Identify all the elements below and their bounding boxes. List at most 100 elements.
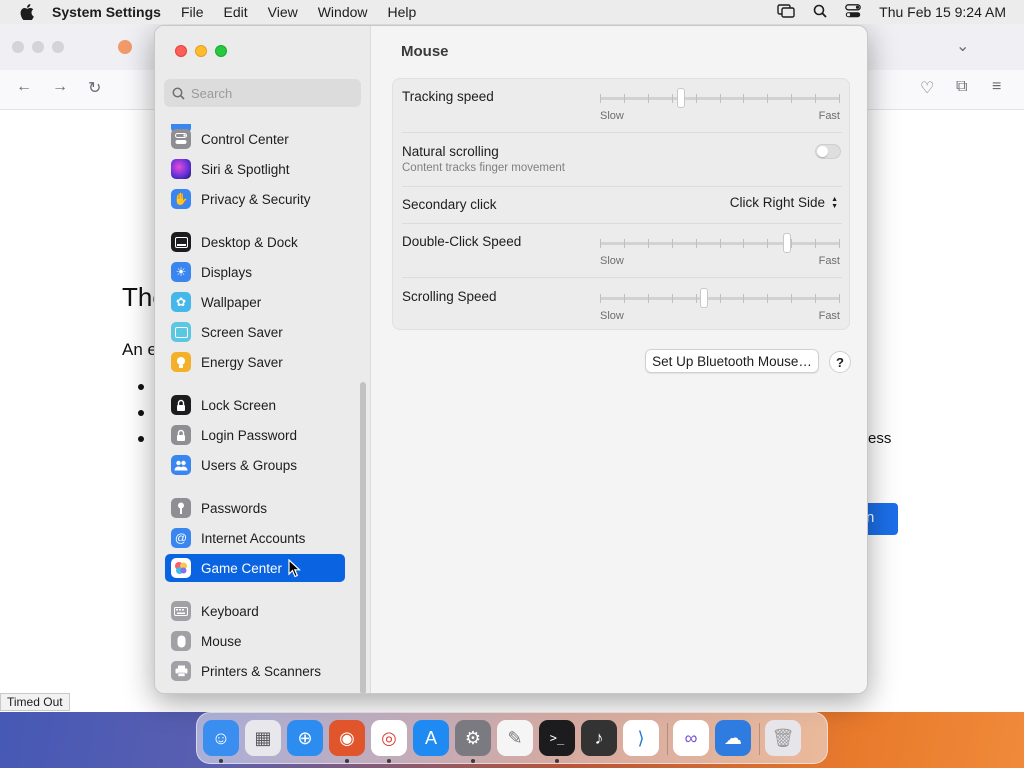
- running-indicator: [219, 759, 223, 763]
- system-settings-icon[interactable]: ⚙: [455, 720, 491, 756]
- sidebar-item-users-groups[interactable]: Users & Groups: [165, 451, 345, 479]
- safari-icon[interactable]: ⊕: [287, 720, 323, 756]
- window-minimize-button[interactable]: [195, 45, 207, 57]
- sidebar-item-displays[interactable]: ☀ Displays: [165, 258, 345, 286]
- slider-tick: [791, 294, 792, 303]
- vscode-icon[interactable]: ⟩: [623, 720, 659, 756]
- hamburger-menu-icon[interactable]: ≡: [992, 78, 1001, 96]
- list-bullet: [138, 410, 144, 416]
- double-click-fast-label: Fast: [818, 255, 840, 267]
- sidebar-item-mouse[interactable]: Mouse: [165, 627, 345, 655]
- set-up-bluetooth-mouse-button[interactable]: Set Up Bluetooth Mouse…: [645, 349, 819, 373]
- help-button[interactable]: ?: [829, 351, 851, 373]
- slider-tick: [624, 94, 625, 103]
- sidebar-item-label: Internet Accounts: [201, 530, 306, 546]
- pocket-icon[interactable]: ♡: [920, 78, 934, 98]
- page-title: Mouse: [401, 43, 449, 60]
- sidebar-item-wallpaper[interactable]: ✿ Wallpaper: [165, 288, 345, 316]
- slider-knob[interactable]: [700, 288, 708, 308]
- browser-tab-favicon-icon[interactable]: [118, 40, 132, 54]
- menu-help[interactable]: Help: [388, 4, 417, 20]
- finder-icon[interactable]: ☺: [203, 720, 239, 756]
- sidebar-item-lock-screen[interactable]: Lock Screen: [165, 391, 345, 419]
- apple-menu-icon[interactable]: [18, 3, 36, 21]
- chrome-icon[interactable]: ◎: [371, 720, 407, 756]
- textedit-icon[interactable]: ✎: [497, 720, 533, 756]
- reload-icon[interactable]: ↻: [88, 78, 101, 98]
- visual-studio-icon[interactable]: ∞: [673, 720, 709, 756]
- sidebar-scrollbar[interactable]: [360, 382, 366, 693]
- running-indicator: [387, 759, 391, 763]
- spotlight-search-icon[interactable]: [813, 4, 827, 21]
- app-store-icon[interactable]: A: [413, 720, 449, 756]
- browser-close-button[interactable]: [12, 41, 24, 53]
- extensions-icon[interactable]: ⧉: [956, 78, 967, 96]
- screen-mirroring-icon[interactable]: [777, 3, 795, 21]
- browser-minimize-button[interactable]: [32, 41, 44, 53]
- menu-bar-clock[interactable]: Thu Feb 15 9:24 AM: [879, 4, 1006, 20]
- sidebar-item-passwords[interactable]: Passwords: [165, 494, 345, 522]
- slider-knob[interactable]: [783, 233, 791, 253]
- slider-tick: [696, 239, 697, 248]
- sidebar-item-label: Energy Saver: [201, 354, 283, 370]
- dock: ☺ ▦ ⊕ ◉ ◎ A ⚙ ✎ >_ ♪ ⟩ ∞ ☁ 🗑: [196, 712, 828, 764]
- sidebar-item-label: Screen Saver: [201, 324, 283, 340]
- weather-icon[interactable]: ☁: [715, 720, 751, 756]
- sidebar-item-label: Displays: [201, 264, 253, 280]
- forward-arrow-icon[interactable]: →: [52, 78, 68, 96]
- slider-tick: [767, 239, 768, 248]
- tab-list-chevron-down-icon[interactable]: ⌄: [956, 36, 969, 56]
- slider-tick: [720, 94, 721, 103]
- slider-tick: [743, 294, 744, 303]
- slider-tick: [767, 294, 768, 303]
- terminal-icon[interactable]: >_: [539, 720, 575, 756]
- tracking-speed-label: Tracking speed: [402, 89, 494, 104]
- firefox-icon[interactable]: ◉: [329, 720, 365, 756]
- slider-tick: [672, 239, 673, 248]
- natural-scrolling-description: Content tracks finger movement: [402, 162, 565, 174]
- slider-tick: [720, 239, 721, 248]
- window-close-button[interactable]: [175, 45, 187, 57]
- menu-window[interactable]: Window: [318, 4, 368, 20]
- mouse-icon: [171, 631, 191, 651]
- control-center-menu-icon[interactable]: [845, 3, 861, 21]
- sidebar-item-label: Privacy & Security: [201, 191, 311, 207]
- window-zoom-button[interactable]: [215, 45, 227, 57]
- trash-icon[interactable]: 🗑: [765, 720, 801, 756]
- menu-app-name[interactable]: System Settings: [52, 4, 161, 20]
- secondary-click-label: Secondary click: [402, 197, 497, 212]
- sidebar-item-printers-scanners[interactable]: Printers & Scanners: [165, 657, 345, 685]
- sidebar-search-field[interactable]: [164, 79, 361, 107]
- sidebar-item-login-password[interactable]: Login Password: [165, 421, 345, 449]
- search-input[interactable]: [191, 85, 351, 101]
- sidebar-item-desktop-dock[interactable]: Desktop & Dock: [165, 228, 345, 256]
- sidebar-item-control-center[interactable]: Control Center: [165, 125, 345, 153]
- sidebar-item-game-center[interactable]: Game Center: [165, 554, 345, 582]
- slider-tick: [624, 239, 625, 248]
- running-indicator: [471, 759, 475, 763]
- sidebar-item-privacy-security[interactable]: ✋ Privacy & Security: [165, 185, 345, 213]
- menu-view[interactable]: View: [268, 4, 298, 20]
- sidebar-item-label: Users & Groups: [201, 457, 298, 473]
- sidebar-item-internet-accounts[interactable]: @ Internet Accounts: [165, 524, 345, 552]
- secondary-click-popup-button[interactable]: Click Right Side ▲ ▼: [730, 195, 838, 210]
- menu-file[interactable]: File: [181, 4, 204, 20]
- garageband-icon[interactable]: ♪: [581, 720, 617, 756]
- slider-tick: [696, 294, 697, 303]
- sidebar-item-screen-saver[interactable]: Screen Saver: [165, 318, 345, 346]
- launchpad-icon[interactable]: ▦: [245, 720, 281, 756]
- back-arrow-icon[interactable]: ←: [16, 78, 32, 96]
- scrolling-speed-slider[interactable]: [600, 288, 840, 308]
- browser-zoom-button[interactable]: [52, 41, 64, 53]
- sidebar-item-energy-saver[interactable]: Energy Saver: [165, 348, 345, 376]
- sidebar-item-siri-spotlight[interactable]: Siri & Spotlight: [165, 155, 345, 183]
- slider-tick: [600, 94, 601, 103]
- double-click-speed-slider[interactable]: [600, 233, 840, 253]
- slider-knob[interactable]: [677, 88, 685, 108]
- menu-edit[interactable]: Edit: [224, 4, 248, 20]
- natural-scrolling-toggle[interactable]: [815, 144, 841, 159]
- key-icon: [171, 498, 191, 518]
- sidebar-item-keyboard[interactable]: Keyboard: [165, 597, 345, 625]
- control-center-icon: [171, 129, 191, 149]
- tracking-speed-slider[interactable]: [600, 88, 840, 108]
